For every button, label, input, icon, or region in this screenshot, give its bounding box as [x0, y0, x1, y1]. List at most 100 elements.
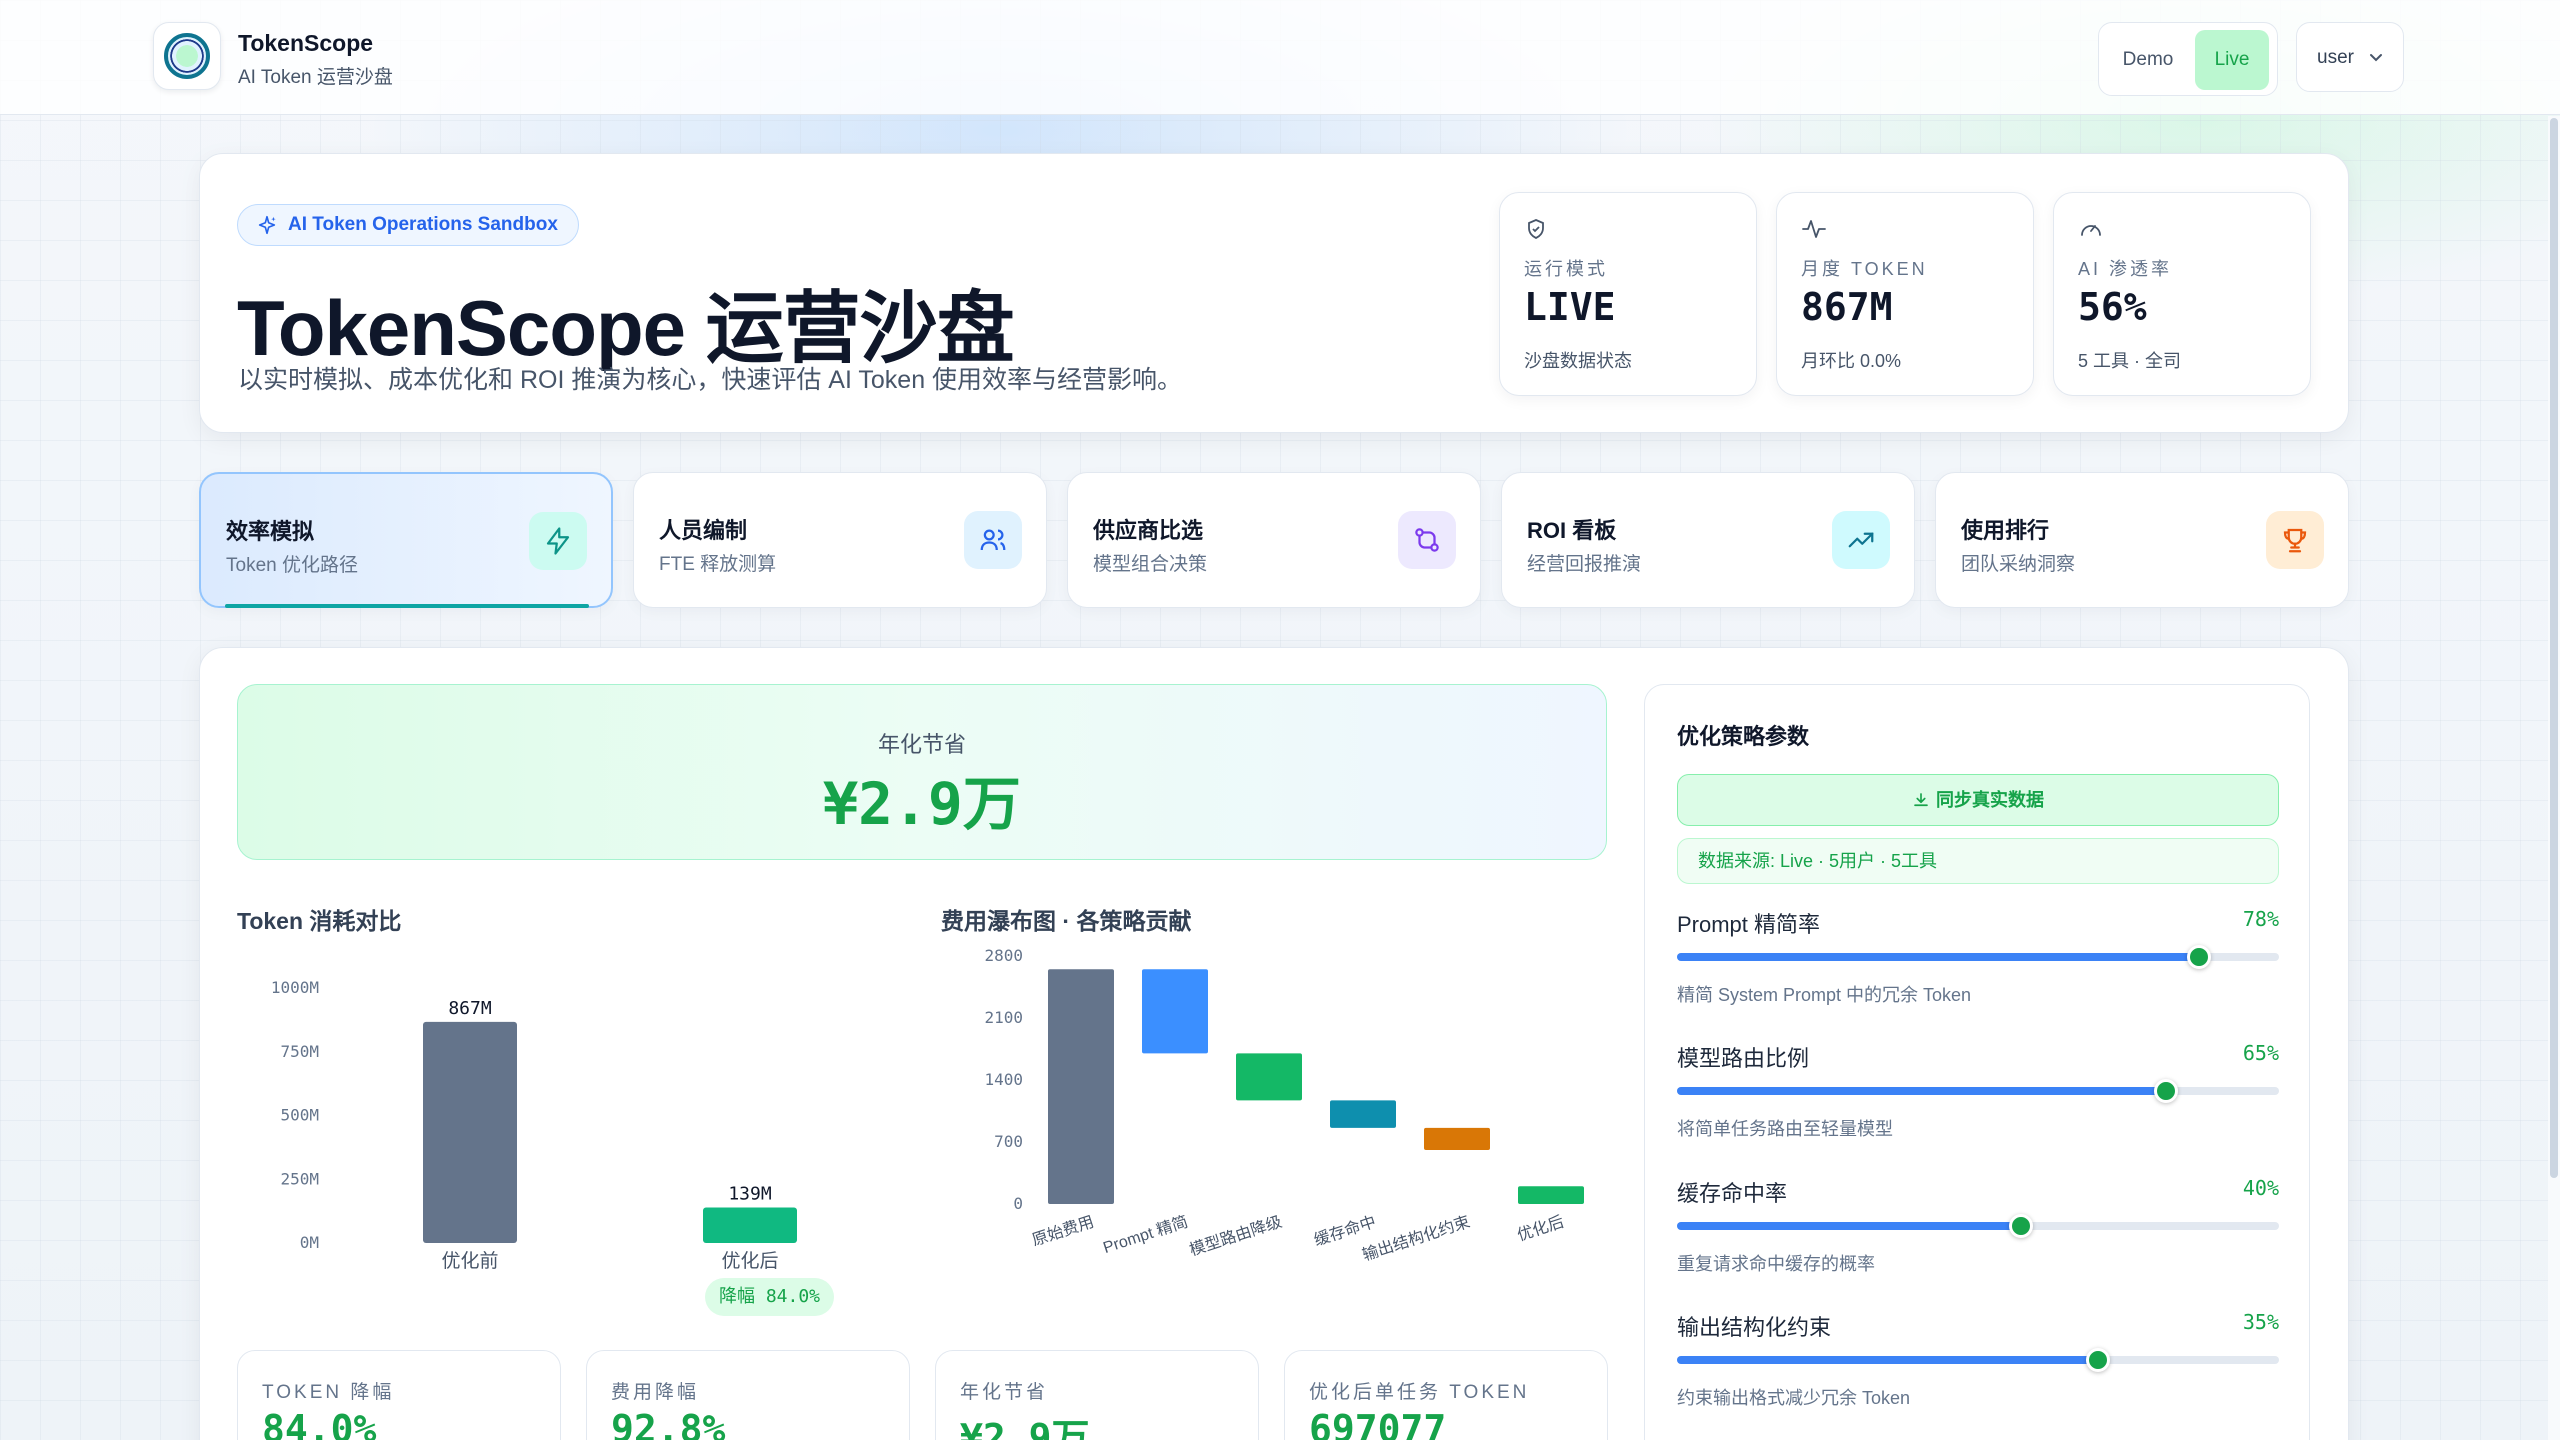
- cost-waterfall-chart: 0 700 1400 2100 2800 原始费用 Prompt 精简模型路由降级 缓存命中输…: [984, 946, 1584, 1265]
- stat-label: 运行模式: [1524, 259, 1608, 279]
- tab-title: 人员编制: [659, 518, 748, 543]
- stat-label: 月度 TOKEN: [1801, 259, 1928, 279]
- data-source-note: 数据来源: Live · 5用户 · 5工具: [1677, 838, 2279, 884]
- x-tick-label: 优化后: [1515, 1213, 1566, 1245]
- tab-title: 供应商比选: [1093, 518, 1204, 543]
- kpi-card-token-per-task: 优化后单任务 TOKEN 697077: [1284, 1350, 1608, 1440]
- strategy-panel: 优化策略参数 同步真实数据 数据来源: Live · 5用户 · 5工具 Pro…: [1644, 684, 2310, 1440]
- chevron-down-icon: [2369, 23, 2383, 124]
- kpi-card-annual-saving: 年化节省 ¥2.9万: [935, 1350, 1259, 1440]
- tab-title: ROI 看板: [1527, 518, 1617, 543]
- x-tick-label: 模型路由降级: [1187, 1213, 1284, 1260]
- y-tick-label: 1400: [984, 1070, 1023, 1089]
- users-icon: [964, 511, 1022, 569]
- simulation-card: 年化节省 ¥2.9万 Token 消耗对比 费用瀑布图 · 各策略贡献 0M 25…: [199, 647, 2349, 1440]
- slider-name: 缓存命中率: [1677, 1181, 1788, 1206]
- shield-icon: [1528, 219, 1544, 239]
- tab-efficiency-simulation[interactable]: 效率模拟 Token 优化路径: [199, 472, 613, 608]
- active-tab-indicator: [225, 604, 589, 608]
- slider-track[interactable]: [1677, 1214, 2279, 1238]
- slider-value: 35%: [2242, 1310, 2279, 1334]
- sync-real-data-button[interactable]: 同步真实数据: [1677, 774, 2279, 826]
- annual-saving-value: ¥2.9万: [823, 770, 1021, 838]
- data-label: 139M: [728, 1184, 772, 1205]
- app-logo[interactable]: [153, 22, 221, 90]
- tab-staffing[interactable]: 人员编制 FTE 释放测算: [633, 472, 1047, 608]
- slider-track[interactable]: [1677, 1348, 2279, 1372]
- slider-cache-hit: 缓存命中率 40% 重复请求命中缓存的概率: [1677, 1176, 2279, 1296]
- reduction-badge: 降幅 84.0%: [705, 1278, 835, 1316]
- tab-title: 效率模拟: [226, 519, 315, 544]
- waterfall-bar: [1236, 1053, 1302, 1101]
- slider-thumb[interactable]: [2086, 1348, 2111, 1372]
- scrollbar-thumb[interactable]: [2550, 118, 2558, 1178]
- slider-name: Prompt 精简率: [1677, 912, 1821, 937]
- user-label: user: [2317, 47, 2354, 68]
- top-bar: TokenScope AI Token 运营沙盘 Demo Live user: [0, 0, 2560, 115]
- stat-card-penetration: AI 渗透率 56% 5 工具 · 全司: [2053, 192, 2311, 396]
- tab-vendor-comparison[interactable]: 供应商比选 模型组合决策: [1067, 472, 1481, 608]
- slider-value: 40%: [2242, 1176, 2279, 1200]
- waterfall-bar: [1330, 1100, 1396, 1128]
- slider-track[interactable]: [1677, 945, 2279, 969]
- slider-fill: [1677, 1222, 2021, 1230]
- download-icon: [1914, 793, 1928, 807]
- sync-button-label: 同步真实数据: [1936, 790, 2044, 810]
- token-chart-title: Token 消耗对比: [237, 908, 402, 934]
- token-comparison-chart: 0M 250M 500M 750M 1000M 867M 优化前 139M 优化后: [271, 978, 797, 1272]
- stat-value: LIVE: [1524, 285, 1616, 329]
- tab-subtitle: 模型组合决策: [1093, 554, 1208, 575]
- tab-usage-ranking[interactable]: 使用排行 团队采纳洞察: [1935, 472, 2349, 608]
- slider-description: 重复请求命中缓存的概率: [1677, 1254, 1875, 1274]
- slider-fill: [1677, 953, 2199, 961]
- slider-thumb[interactable]: [2186, 945, 2211, 969]
- x-tick-label: 输出结构化约束: [1360, 1213, 1472, 1265]
- slider-thumb[interactable]: [2154, 1079, 2179, 1103]
- stat-sub: 沙盘数据状态: [1524, 351, 1632, 371]
- x-tick-label: Prompt 精简: [1101, 1213, 1190, 1257]
- stat-label: AI 渗透率: [2078, 259, 2173, 279]
- tab-roi-dashboard[interactable]: ROI 看板 经营回报推演: [1501, 472, 1915, 608]
- slider-value: 78%: [2242, 907, 2279, 931]
- x-tick-label: 原始费用: [1030, 1213, 1096, 1250]
- stat-sub: 5 工具 · 全司: [2078, 351, 2182, 371]
- waterfall-bar: [1518, 1186, 1584, 1204]
- activity-icon: [1802, 220, 1826, 238]
- annual-saving-label: 年化节省: [877, 732, 966, 757]
- y-tick-label: 0M: [300, 1233, 319, 1252]
- kpi-label: 优化后单任务 TOKEN: [1309, 1382, 1530, 1403]
- slider-output-constraint: 输出结构化约束 35% 约束输出格式减少冗余 Token: [1677, 1310, 2279, 1430]
- app-subtitle: AI Token 运营沙盘: [238, 67, 393, 88]
- y-tick-label: 0: [1013, 1194, 1023, 1213]
- stat-card-mode: 运行模式 LIVE 沙盘数据状态: [1499, 192, 1757, 396]
- user-menu-button[interactable]: user: [2296, 22, 2404, 92]
- page-description: 以实时模拟、成本优化和 ROI 推演为核心，快速评估 AI Token 使用效率…: [238, 366, 1183, 394]
- sparkle-icon: [258, 215, 276, 235]
- y-tick-label: 750M: [280, 1042, 319, 1061]
- app-name: TokenScope: [238, 30, 374, 56]
- panel-title: 优化策略参数: [1677, 724, 1810, 749]
- waterfall-chart-title: 费用瀑布图 · 各策略贡献: [941, 908, 1192, 934]
- slider-track[interactable]: [1677, 1079, 2279, 1103]
- trending-up-icon: [1832, 511, 1890, 569]
- stat-card-monthly-token: 月度 TOKEN 867M 月环比 0.0%: [1776, 192, 2034, 396]
- bar: [423, 1021, 517, 1243]
- bar: [703, 1207, 797, 1243]
- slider-prompt-simplify: Prompt 精简率 78% 精简 System Prompt 中的冗余 Tok…: [1677, 907, 2279, 1027]
- slider-name: 输出结构化约束: [1677, 1315, 1832, 1340]
- stat-value: 867M: [1801, 285, 1893, 329]
- waterfall-bar: [1142, 969, 1208, 1054]
- slider-name: 模型路由比例: [1677, 1046, 1810, 1071]
- demo-mode-button[interactable]: Demo: [2107, 30, 2189, 90]
- x-tick-label: 优化后: [721, 1250, 778, 1272]
- trophy-icon: [2266, 511, 2324, 569]
- live-mode-button[interactable]: Live: [2195, 30, 2269, 90]
- slider-thumb[interactable]: [2009, 1214, 2033, 1238]
- x-tick-label: 缓存命中: [1312, 1213, 1378, 1250]
- annual-saving-banner: 年化节省 ¥2.9万: [237, 684, 1607, 860]
- waterfall-bar: [1424, 1127, 1490, 1150]
- tab-subtitle: FTE 释放测算: [659, 554, 777, 575]
- kpi-label: TOKEN 降幅: [262, 1382, 395, 1403]
- gauge-icon: [2081, 225, 2101, 236]
- y-tick-label: 250M: [280, 1169, 319, 1188]
